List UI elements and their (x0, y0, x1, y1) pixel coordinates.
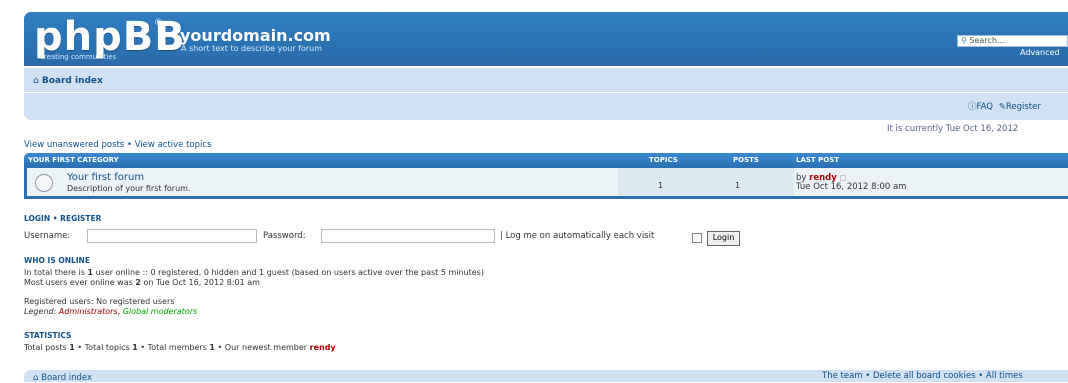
phpbb-logo[interactable]: phpBB ® creating communities (34, 14, 186, 63)
navbar-divider (24, 92, 1068, 93)
col-last-post-header: LAST POST (796, 156, 840, 164)
register-link[interactable]: Register (1006, 102, 1041, 112)
auto-login-checkbox[interactable] (692, 233, 702, 243)
newest-member-link[interactable]: rendy (310, 343, 336, 352)
online-total-suffix: user online :: 0 registered, 0 hidden an… (95, 268, 484, 277)
site-description: A short text to describe your forum (181, 44, 323, 53)
stat-posts-label: Total posts (24, 343, 67, 352)
statistics-text: Total posts 1 • Total topics 1 • Total m… (24, 343, 336, 352)
faq-icon: ⓘ (968, 102, 977, 112)
register-title-link[interactable]: REGISTER (60, 214, 101, 223)
logo-registered-mark: ® (154, 18, 163, 28)
col-topics-header: TOPICS (649, 156, 678, 164)
faq-link[interactable]: FAQ (977, 102, 993, 112)
current-time: It is currently Tue Oct 16, 2012 (887, 124, 1019, 134)
legend-separator: , (117, 307, 121, 316)
legend-global-moderators-link[interactable]: Global moderators (123, 307, 197, 316)
statistics-title: STATISTICS (24, 331, 72, 340)
auto-login-label: | Log me on automatically each visit (500, 231, 655, 241)
legend-label: Legend: (24, 307, 57, 316)
registered-users-text: Registered users: No registered users (24, 297, 175, 306)
login-section-title: LOGIN • REGISTER (24, 214, 101, 223)
online-record-prefix: Most users ever online was (24, 278, 133, 287)
search-placeholder: Search… (969, 36, 1005, 45)
forum-description: Description of your first forum. (67, 184, 191, 193)
online-total-text: In total there is 1 user online :: 0 reg… (24, 268, 484, 277)
category-name[interactable]: YOUR FIRST CATEGORY (28, 156, 119, 164)
stat-topics-label: • Total topics (77, 343, 130, 352)
online-total-count: 1 (87, 268, 94, 277)
register-icon: ✎ (998, 102, 1006, 112)
online-record-count: 2 (135, 278, 141, 287)
login-button[interactable]: Login (707, 231, 740, 246)
stat-newest-label: • Our newest member (217, 343, 308, 352)
login-title-link[interactable]: LOGIN (24, 214, 50, 223)
view-links[interactable]: View unanswered posts • View active topi… (24, 140, 212, 150)
logo-text: phpBB (34, 14, 186, 60)
home-icon: ⌂ (33, 76, 39, 86)
site-title[interactable]: yourdomain.com (180, 26, 331, 45)
breadcrumb-board-index[interactable]: ⌂ Board index (33, 76, 103, 86)
navbar (24, 68, 1068, 120)
logo-tagline: creating communities (40, 53, 117, 61)
col-posts-header: POSTS (733, 156, 759, 164)
who-is-online-title: WHO IS ONLINE (24, 256, 90, 265)
password-input[interactable] (321, 229, 495, 243)
legend-administrators-link[interactable]: Administrators (59, 307, 118, 316)
category-header: YOUR FIRST CATEGORY TOPICS POSTS LAST PO… (24, 153, 1068, 166)
forum-posts-count: 1 (735, 181, 741, 190)
nav-links: ⓘFAQ ✎Register (968, 100, 1041, 112)
forum-name-link[interactable]: Your first forum (67, 172, 144, 183)
login-title-separator: • (52, 214, 58, 223)
online-record-suffix: on Tue Oct 16, 2012 8:01 am (143, 278, 260, 287)
search-input[interactable]: ⚲ Search… (957, 35, 1068, 47)
stat-members-label: • Total members (140, 343, 207, 352)
username-input[interactable] (87, 229, 257, 243)
board-index-label: Board index (41, 76, 103, 86)
search-icon: ⚲ (961, 36, 967, 45)
forum-read-icon (35, 174, 53, 192)
online-record-text: Most users ever online was 2 on Tue Oct … (24, 278, 260, 287)
stat-topics-value: 1 (132, 343, 138, 352)
username-label: Username: (24, 231, 71, 241)
advanced-search-link[interactable]: Advanced (1020, 48, 1060, 57)
footer-links[interactable]: The team • Delete all board cookies • Al… (822, 371, 1023, 381)
password-label: Password: (263, 231, 306, 241)
online-total-prefix: In total there is (24, 268, 85, 277)
legend: Legend: Administrators, Global moderator… (24, 307, 197, 316)
forum-stats-column (618, 168, 794, 196)
stat-posts-value: 1 (69, 343, 75, 352)
view-latest-post-icon[interactable]: □ (839, 174, 846, 182)
stat-members-value: 1 (209, 343, 215, 352)
forum-topics-count: 1 (658, 181, 664, 190)
last-post-date: Tue Oct 16, 2012 8:00 am (796, 182, 907, 192)
